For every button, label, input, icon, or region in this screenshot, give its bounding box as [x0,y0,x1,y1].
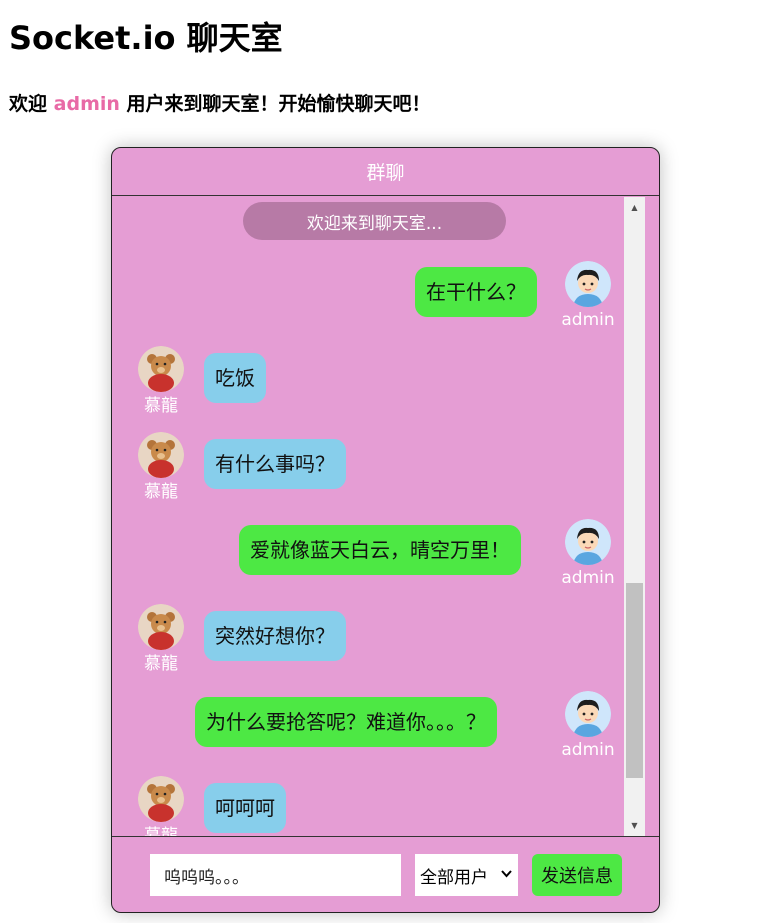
message-list-scrollbar[interactable]: ▲ ▼ [624,197,645,836]
sender-name: admin [561,740,615,760]
message-bubble: 呵呵呵 [204,783,286,833]
boy-avatar-icon [565,519,611,565]
sender-name: 慕龍 [144,826,178,836]
sender-name: 慕龍 [144,482,178,502]
teddy-bear-avatar-icon [138,604,184,650]
chevron-down-icon [501,867,512,882]
welcome-username: admin [53,93,120,115]
chat-header-title: 群聊 [112,148,659,196]
recipient-select[interactable]: 全部用户 [415,854,518,896]
message-bubble: 为什么要抢答呢？难道你。。。？ [195,697,497,747]
sender-name: 慕龍 [144,396,178,416]
teddy-bear-avatar-icon [138,346,184,392]
message-bubble: 在干什么？ [415,267,537,317]
sender-name: admin [561,568,615,588]
boy-avatar-icon [565,261,611,307]
teddy-bear-avatar-icon [138,432,184,478]
composer-bar: 全部用户 发送信息 [112,836,659,912]
page-title: Socket.io 聊天室 [9,19,283,57]
system-message: 欢迎来到聊天室... [243,202,506,240]
message-list: 欢迎来到聊天室... 在干什么？ admin 慕龍 吃饭 慕龍 有什么事吗？ 爱… [112,196,646,836]
scrollbar-thumb[interactable] [626,583,643,778]
scroll-up-icon[interactable]: ▲ [624,199,645,216]
message-bubble: 爱就像蓝天白云，晴空万里！ [239,525,521,575]
sender-name: 慕龍 [144,654,178,674]
boy-avatar-icon [565,691,611,737]
message-input[interactable] [150,854,401,896]
recipient-select-value: 全部用户 [420,867,488,888]
sender-name: admin [561,310,615,330]
welcome-suffix: 用户来到聊天室！开始愉快聊天吧！ [126,93,431,115]
message-bubble: 有什么事吗？ [204,439,346,489]
teddy-bear-avatar-icon [138,776,184,822]
message-bubble: 突然好想你？ [204,611,346,661]
send-button[interactable]: 发送信息 [532,854,622,896]
chat-window: 群聊 欢迎来到聊天室... 在干什么？ admin 慕龍 吃饭 慕龍 有什么事吗… [111,147,660,913]
welcome-prefix: 欢迎 [9,93,48,115]
scroll-down-icon[interactable]: ▼ [624,817,645,834]
welcome-text: 欢迎 admin 用户来到聊天室！开始愉快聊天吧！ [9,90,431,118]
message-bubble: 吃饭 [204,353,266,403]
